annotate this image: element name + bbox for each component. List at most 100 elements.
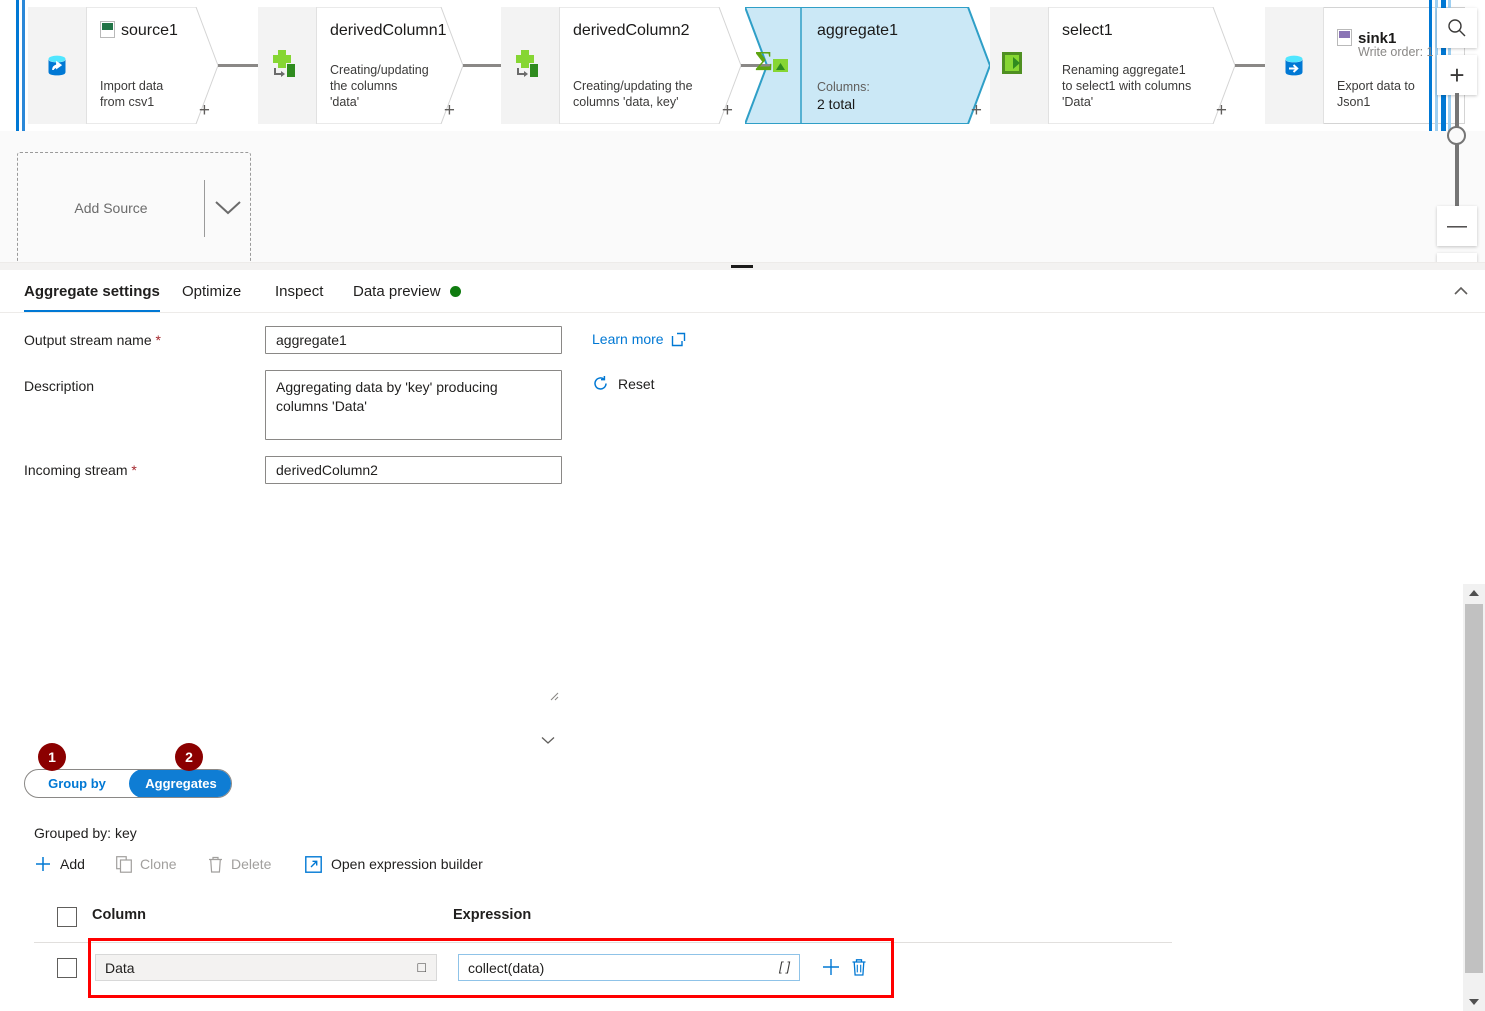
canvas-zoom-out-button[interactable]: — bbox=[1437, 206, 1477, 246]
add-source-label: Add Source bbox=[74, 200, 148, 216]
panel-scrollbar[interactable] bbox=[1463, 584, 1485, 1011]
graph-strip: source1 Import data from csv1 + derivedC… bbox=[0, 0, 1485, 131]
tab-optimize[interactable]: Optimize bbox=[182, 270, 241, 312]
tab-label: Optimize bbox=[182, 282, 242, 300]
add-aggregate-row-button[interactable] bbox=[820, 955, 842, 979]
select-icon bbox=[1002, 52, 1028, 74]
trash-icon bbox=[852, 959, 866, 976]
learn-more-link[interactable]: Learn more bbox=[592, 331, 686, 347]
node-subtitle: Export data to Json1 bbox=[1337, 79, 1415, 109]
callout-badge-2: 2 bbox=[175, 743, 203, 771]
zoom-slider-thumb[interactable] bbox=[1447, 126, 1466, 145]
source-database-icon bbox=[28, 7, 87, 124]
scrollbar-thumb[interactable] bbox=[1465, 604, 1483, 973]
node-title: aggregate1 bbox=[817, 22, 898, 39]
node-subtitle: Import data from csv1 bbox=[100, 79, 164, 109]
node-label-pane: derivedColumn2 Creating/updating the col… bbox=[559, 7, 741, 124]
add-after-aggregate1-button[interactable]: + bbox=[971, 101, 982, 120]
csv-file-icon bbox=[100, 18, 115, 38]
add-label: Add bbox=[60, 856, 85, 872]
column-name-glyph: □ bbox=[417, 959, 426, 975]
tab-data-preview[interactable]: Data preview bbox=[353, 270, 461, 312]
chevron-up-icon bbox=[1454, 286, 1468, 295]
learn-more-label: Learn more bbox=[592, 331, 664, 347]
node-title: derivedColumn2 bbox=[573, 22, 690, 39]
node-subtitle: Creating/updating the columns 'data, key… bbox=[573, 79, 693, 109]
expression-input-wrapper[interactable]: collect(data) [ ] bbox=[458, 954, 800, 981]
data-flow-canvas[interactable]: source1 Import data from csv1 + derivedC… bbox=[0, 0, 1485, 262]
description-resize-grip[interactable] bbox=[548, 690, 560, 705]
copy-icon bbox=[116, 855, 132, 873]
columns-label: Columns: bbox=[817, 80, 870, 94]
description-textarea[interactable] bbox=[265, 370, 562, 440]
delete-button[interactable]: Delete bbox=[208, 853, 271, 875]
connector-1 bbox=[218, 64, 258, 67]
node-sink1[interactable]: sink1 Write order: 1 Export data to Json… bbox=[1265, 7, 1465, 124]
node-source1[interactable]: source1 Import data from csv1 + bbox=[28, 7, 218, 124]
reset-button[interactable]: Reset bbox=[592, 375, 655, 392]
delete-aggregate-row-button[interactable] bbox=[848, 955, 870, 979]
triangle-down-icon bbox=[1469, 999, 1479, 1005]
node-subtitle: Renaming aggregate1 to select1 with colu… bbox=[1062, 63, 1192, 109]
incoming-stream-label: Incoming stream * bbox=[24, 462, 137, 478]
add-after-derivedColumn1-button[interactable]: + bbox=[444, 101, 455, 120]
node-title: derivedColumn1 bbox=[330, 22, 447, 39]
trash-icon bbox=[209, 856, 222, 873]
expression-value: collect(data) bbox=[468, 960, 545, 976]
data-preview-status-dot bbox=[449, 285, 461, 297]
sink-database-icon bbox=[1265, 7, 1324, 124]
collapse-panel-button[interactable] bbox=[1451, 281, 1471, 301]
node-label-pane: select1 Renaming aggregate1 to select1 w… bbox=[1048, 7, 1235, 124]
row-checkbox[interactable] bbox=[57, 958, 77, 978]
open-expression-builder-label: Open expression builder bbox=[331, 856, 483, 872]
add-after-source1-button[interactable]: + bbox=[199, 101, 210, 120]
output-stream-name-input[interactable] bbox=[265, 326, 562, 354]
required-marker: * bbox=[131, 462, 137, 478]
column-name-input-wrapper[interactable]: Data □ bbox=[95, 954, 437, 981]
chevron-down-icon bbox=[215, 201, 241, 215]
add-after-derivedColumn2-button[interactable]: + bbox=[722, 101, 733, 120]
expression-builder-icon[interactable]: [ ] bbox=[779, 959, 790, 974]
grouped-by-text: Grouped by: key bbox=[34, 825, 137, 841]
chevron-down-icon bbox=[541, 737, 555, 744]
triangle-up-icon bbox=[1469, 590, 1479, 596]
tab-label: Inspect bbox=[275, 282, 324, 300]
plus-icon bbox=[36, 857, 50, 871]
description-label: Description bbox=[24, 378, 95, 394]
add-after-select1-button[interactable]: + bbox=[1216, 101, 1227, 120]
refresh-icon bbox=[594, 376, 607, 390]
column-header-column: Column bbox=[92, 907, 146, 923]
tab-aggregate-settings[interactable]: Aggregate settings bbox=[24, 270, 160, 312]
incoming-stream-select[interactable] bbox=[265, 456, 562, 484]
select-all-checkbox[interactable] bbox=[57, 907, 77, 927]
scroll-up-button[interactable] bbox=[1463, 584, 1485, 602]
node-title: select1 bbox=[1062, 22, 1113, 39]
scroll-down-button[interactable] bbox=[1463, 993, 1485, 1011]
toggle-group-by[interactable]: Group by bbox=[25, 770, 129, 797]
canvas-rail-left-2 bbox=[22, 0, 25, 131]
add-source-dropdown-button[interactable] bbox=[205, 153, 251, 262]
node-label-pane: derivedColumn1 Creating/updating the col… bbox=[316, 7, 463, 124]
properties-panel: Aggregate settings Optimize Inspect Data… bbox=[0, 270, 1485, 1011]
canvas-fit-to-screen-button[interactable] bbox=[1437, 253, 1477, 262]
open-expression-builder-button[interactable]: Open expression builder bbox=[305, 853, 483, 875]
add-source-button[interactable]: Add Source bbox=[17, 152, 251, 262]
clone-button[interactable]: Clone bbox=[116, 853, 177, 875]
node-subtitle: Columns: 2 total bbox=[817, 79, 948, 112]
required-marker: * bbox=[155, 332, 161, 348]
group-by-aggregates-toggle[interactable]: Group by Aggregates bbox=[24, 769, 232, 798]
output-stream-name-label: Output stream name * bbox=[24, 332, 161, 348]
callout-badge-1: 1 bbox=[38, 743, 66, 771]
add-button[interactable]: Add bbox=[34, 853, 85, 875]
node-label-pane: aggregate1 Columns: 2 total bbox=[803, 7, 990, 124]
svg-text:Σ: Σ bbox=[755, 46, 773, 76]
splitter-handle[interactable] bbox=[731, 265, 753, 268]
derived-column-icon bbox=[509, 47, 543, 81]
tab-inspect[interactable]: Inspect bbox=[275, 270, 323, 312]
tab-bar: Aggregate settings Optimize Inspect Data… bbox=[0, 270, 1485, 313]
canvas-rail-left-1 bbox=[16, 0, 19, 131]
json-file-icon bbox=[1337, 26, 1352, 46]
toggle-aggregates[interactable]: Aggregates bbox=[129, 770, 231, 797]
connector-5 bbox=[1235, 64, 1265, 67]
reset-label: Reset bbox=[618, 375, 655, 392]
